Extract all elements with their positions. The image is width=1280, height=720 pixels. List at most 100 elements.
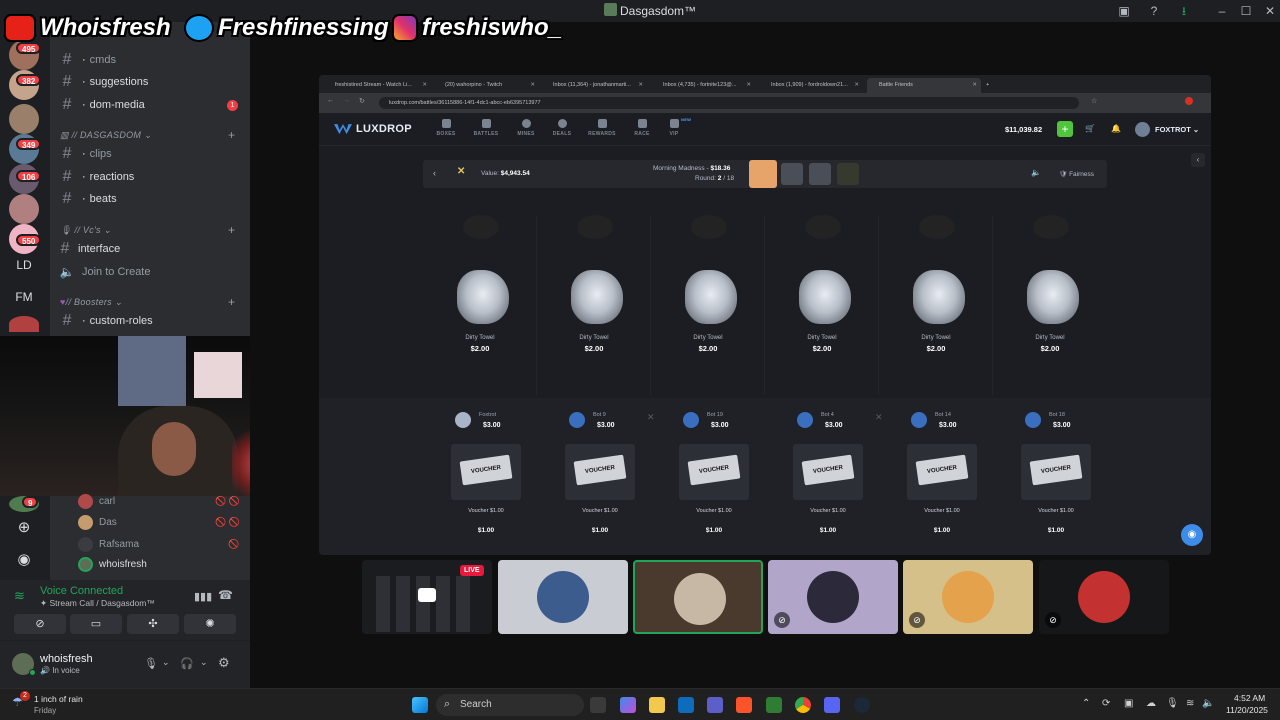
voice-member[interactable]: whoisfresh bbox=[78, 554, 147, 574]
minimize-button[interactable]: – bbox=[1212, 2, 1232, 20]
nav-boxes[interactable]: BOXES bbox=[431, 119, 461, 137]
close-tab-icon[interactable]: ✕ bbox=[530, 78, 535, 93]
server-icon[interactable] bbox=[9, 316, 39, 332]
luxdrop-logo[interactable]: LUXDROP bbox=[334, 123, 412, 135]
chevron-down-icon[interactable]: ⌄ bbox=[162, 657, 170, 668]
store-icon[interactable] bbox=[678, 697, 694, 713]
channel-reactions[interactable]: # · reactions bbox=[50, 167, 250, 187]
channel-cmds[interactable]: # · cmds bbox=[50, 50, 250, 70]
sound-icon[interactable]: 🔈 bbox=[1031, 168, 1041, 177]
support-chat-icon[interactable]: ◉ bbox=[1181, 524, 1203, 546]
collapse-chevron-icon[interactable]: ‹ bbox=[1191, 153, 1205, 167]
add-server-icon[interactable]: ⊕ bbox=[9, 518, 39, 536]
server-fm[interactable]: FM bbox=[9, 290, 39, 304]
file-explorer-icon[interactable] bbox=[649, 697, 665, 713]
camera-off-button[interactable]: ⊘ bbox=[14, 614, 66, 634]
steam-icon[interactable] bbox=[854, 697, 870, 713]
cloud-icon[interactable]: ☁ bbox=[1146, 698, 1156, 709]
disconnect-icon[interactable]: ☎ bbox=[218, 588, 233, 602]
browser-tab[interactable]: Inbox (4,735) - fortnite123@... ✕ bbox=[651, 78, 755, 93]
brave-icon[interactable] bbox=[736, 697, 752, 713]
voice-member[interactable]: carl bbox=[78, 491, 115, 511]
maximize-button[interactable]: ☐ bbox=[1236, 2, 1256, 20]
nav-rewards[interactable]: REWARDS bbox=[587, 119, 617, 137]
channel-suggestions[interactable]: # · suggestions bbox=[50, 72, 250, 92]
back-icon[interactable]: ← bbox=[327, 97, 334, 104]
server-icon[interactable] bbox=[9, 104, 39, 134]
case-thumbnail[interactable] bbox=[837, 163, 859, 185]
browser-tab[interactable]: Inbox (1,909) - fordroldown21... ✕ bbox=[759, 78, 863, 93]
deposit-button[interactable]: + bbox=[1057, 121, 1073, 137]
stream-tile-speaking[interactable] bbox=[633, 560, 763, 634]
category-dasgasdom[interactable]: ▥ // DASGASDOM ⌄ bbox=[60, 130, 152, 141]
close-tab-icon[interactable]: ✕ bbox=[746, 78, 751, 93]
close-tab-icon[interactable]: ✕ bbox=[972, 78, 977, 93]
activities-button[interactable]: ✣ bbox=[127, 614, 179, 634]
stream-tile-user[interactable]: ⊘ bbox=[903, 560, 1033, 634]
voice-member[interactable]: Das bbox=[78, 512, 117, 532]
close-tab-icon[interactable]: ✕ bbox=[422, 78, 427, 93]
cart-icon[interactable]: 🛒 bbox=[1085, 124, 1095, 133]
profile-icon[interactable] bbox=[1185, 97, 1193, 105]
discord-icon[interactable] bbox=[824, 697, 840, 713]
chevron-down-icon[interactable]: ⌄ bbox=[200, 657, 208, 668]
chrome-icon[interactable] bbox=[795, 697, 811, 713]
case-thumbnail[interactable] bbox=[781, 163, 803, 185]
bookmark-star-icon[interactable]: ☆ bbox=[1091, 97, 1097, 105]
download-icon[interactable]: ⭳ bbox=[1174, 2, 1194, 20]
category-vcs[interactable]: 🎙 // Vc's ⌄ bbox=[60, 225, 112, 236]
soundboard-button[interactable]: ✺ bbox=[184, 614, 236, 634]
add-channel-icon[interactable]: + bbox=[228, 223, 235, 237]
app-icon[interactable] bbox=[766, 697, 782, 713]
browser-tab[interactable]: freshistired Stream - Watch Li... ✕ bbox=[323, 78, 431, 93]
site-username[interactable]: FOXTROT ⌄ bbox=[1155, 125, 1199, 134]
settings-gear-icon[interactable]: ⚙ bbox=[218, 655, 230, 671]
user-avatar[interactable] bbox=[1135, 122, 1150, 137]
reload-icon[interactable]: ↻ bbox=[359, 97, 365, 105]
copilot-icon[interactable] bbox=[620, 697, 636, 713]
add-channel-icon[interactable]: + bbox=[228, 295, 235, 309]
nav-battles[interactable]: BATTLES bbox=[471, 119, 501, 137]
channel-clips[interactable]: # · clips bbox=[50, 144, 250, 164]
stream-tile-user[interactable] bbox=[498, 560, 628, 634]
case-thumbnail[interactable] bbox=[809, 163, 831, 185]
screen-share-button[interactable]: ▭ bbox=[70, 614, 122, 634]
tray-app-icon[interactable]: ▣ bbox=[1124, 698, 1133, 709]
close-tab-icon[interactable]: ✕ bbox=[638, 78, 643, 93]
server-icon[interactable] bbox=[9, 194, 39, 224]
channel-custom-roles[interactable]: # · custom-roles bbox=[50, 311, 250, 331]
browser-tab[interactable]: (20) wahorpino - Twitch ✕ bbox=[433, 78, 539, 93]
bell-icon[interactable]: 🔔 bbox=[1111, 124, 1121, 133]
channel-join-to-create[interactable]: 🔈 Join to Create bbox=[50, 262, 250, 282]
voice-member[interactable]: Rafsama bbox=[78, 534, 139, 554]
nav-mines[interactable]: MINES bbox=[511, 119, 541, 137]
browser-tab[interactable]: Inbox (11,364) - jonathanmarti... ✕ bbox=[541, 78, 647, 93]
browser-tab-active[interactable]: Battle Friends ✕ bbox=[867, 78, 981, 93]
teams-icon[interactable] bbox=[707, 697, 723, 713]
close-tab-icon[interactable]: ✕ bbox=[854, 78, 859, 93]
explore-icon[interactable]: ◉ bbox=[9, 550, 39, 568]
inbox-icon[interactable]: ▣ bbox=[1114, 2, 1134, 20]
help-icon[interactable]: ? bbox=[1144, 2, 1164, 20]
nav-deals[interactable]: DEALS bbox=[547, 119, 577, 137]
channel-dom-media[interactable]: # · dom-media bbox=[50, 95, 250, 115]
noise-suppression-icon[interactable]: ▮▮▮ bbox=[194, 590, 212, 603]
category-boosters[interactable]: ♥// Boosters ⌄ bbox=[60, 297, 123, 308]
new-tab-icon[interactable]: + bbox=[983, 78, 997, 93]
stream-tile-screen[interactable]: LIVE bbox=[362, 560, 492, 634]
stream-tile-user[interactable]: ⊘ bbox=[1039, 560, 1169, 634]
taskbar-search[interactable]: ⌕ Search bbox=[436, 694, 584, 716]
server-ld[interactable]: LD bbox=[9, 258, 39, 272]
clock-date[interactable]: 11/20/2025 bbox=[1226, 705, 1268, 715]
tray-sync-icon[interactable]: ⟳ bbox=[1102, 698, 1110, 709]
voice-channel[interactable]: ✦ Stream Call / Dasgasdom™ bbox=[40, 598, 155, 609]
nav-vip[interactable]: VIP NEW bbox=[659, 117, 691, 137]
task-view-icon[interactable] bbox=[590, 697, 606, 713]
clock-time[interactable]: 4:52 AM bbox=[1234, 693, 1265, 703]
tray-chevron-icon[interactable]: ⌃ bbox=[1082, 698, 1090, 709]
channel-interface[interactable]: # interface bbox=[50, 239, 250, 259]
case-thumbnail-active[interactable] bbox=[749, 160, 777, 188]
add-channel-icon[interactable]: + bbox=[228, 128, 235, 142]
back-chevron-icon[interactable]: ‹ bbox=[433, 168, 436, 178]
microphone-icon[interactable]: 🎙 bbox=[144, 657, 158, 670]
